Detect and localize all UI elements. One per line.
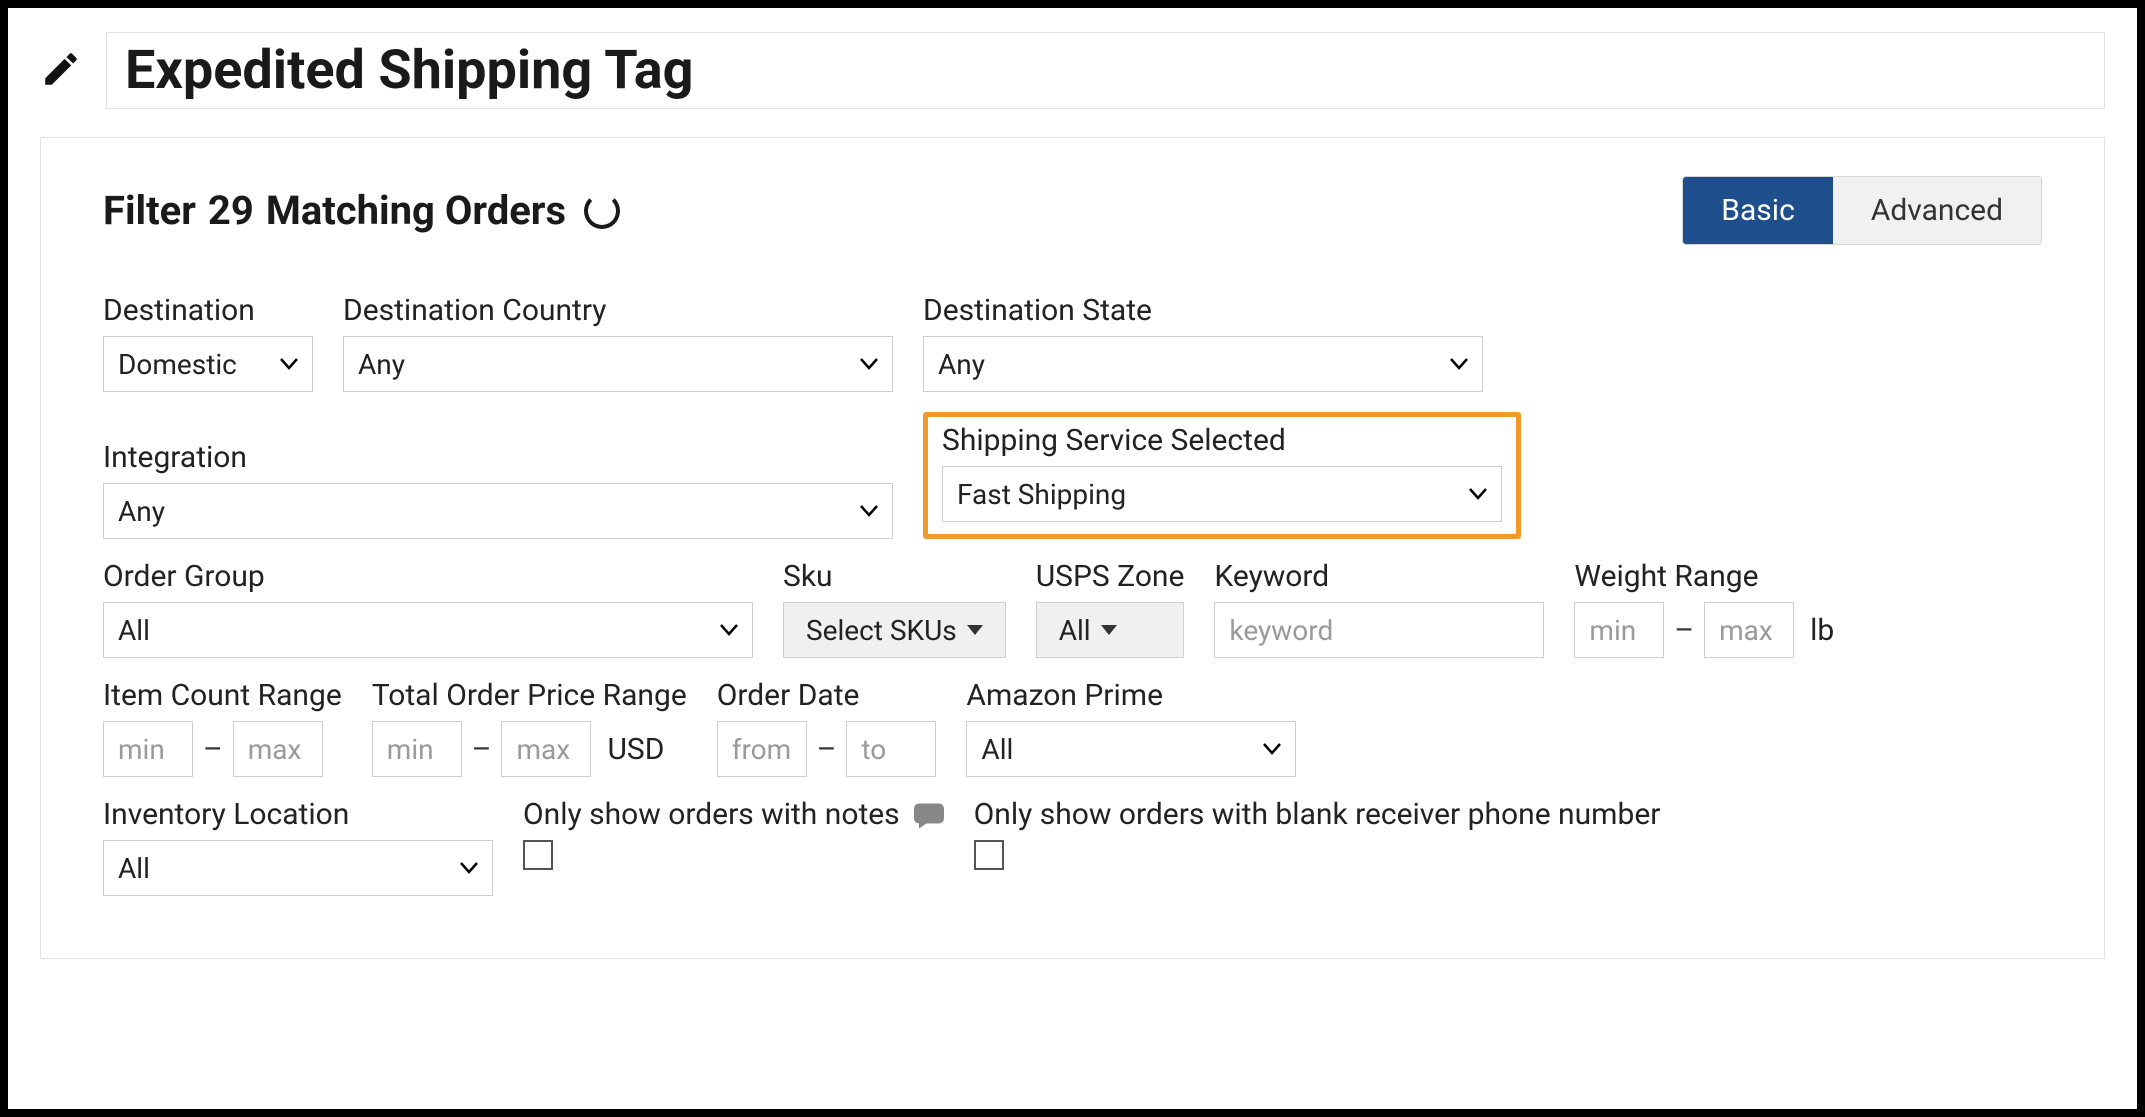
select-integration[interactable]: Any [103,483,893,539]
shipping-service-highlight: Shipping Service Selected Fast Shipping [923,412,1521,539]
filter-heading-prefix: Filter [103,187,196,234]
select-inventory-location[interactable]: All [103,840,493,896]
label-weight-range: Weight Range [1574,559,1834,594]
row-1: Destination Domestic Destination Country… [103,293,2042,392]
app-frame: Filter 29 Matching Orders Basic Advanced… [0,0,2145,1117]
edit-icon[interactable] [40,48,82,94]
select-destination-country[interactable]: Any [343,336,893,392]
only-notes-checkbox[interactable] [523,840,553,870]
refresh-icon[interactable] [584,193,620,229]
label-amazon-prime: Amazon Prime [966,678,1296,713]
field-destination-country: Destination Country Any [343,293,893,392]
field-destination: Destination Domestic [103,293,313,392]
label-shipping-service: Shipping Service Selected [942,423,1502,458]
select-destination-state[interactable]: Any [923,336,1483,392]
field-only-blank-phone: Only show orders with blank receiver pho… [974,797,1661,870]
caret-down-icon [967,625,983,635]
field-usps-zone: USPS Zone All [1036,559,1185,658]
field-order-group: Order Group All [103,559,753,658]
range-dash: – [817,732,837,767]
sku-button-label: Select SKUs [806,614,957,647]
order-date-to-input[interactable] [846,721,936,777]
field-sku: Sku Select SKUs [783,559,1006,658]
field-shipping-service: Shipping Service Selected Fast Shipping [942,423,1502,522]
sku-select-button[interactable]: Select SKUs [783,602,1006,658]
label-integration: Integration [103,440,893,475]
field-only-notes: Only show orders with notes [523,797,944,870]
usps-zone-button[interactable]: All [1036,602,1185,658]
field-keyword: Keyword [1214,559,1544,658]
range-dash: – [1674,613,1694,648]
order-date-range-group: – [717,721,937,777]
field-total-price-range: Total Order Price Range – USD [372,678,687,777]
label-inventory-location: Inventory Location [103,797,493,832]
weight-unit: lb [1810,613,1834,648]
price-min-input[interactable] [372,721,462,777]
label-destination: Destination [103,293,313,328]
keyword-input[interactable] [1214,602,1544,658]
weight-range-group: – lb [1574,602,1834,658]
mode-toggle: Basic Advanced [1682,176,2042,245]
label-sku: Sku [783,559,1006,594]
label-destination-state: Destination State [923,293,1483,328]
item-count-min-input[interactable] [103,721,193,777]
price-unit: USD [607,732,664,767]
filter-match-count: 29 [208,187,254,234]
select-order-group[interactable]: All [103,602,753,658]
title-row [40,32,2105,109]
item-count-max-input[interactable] [233,721,323,777]
price-max-input[interactable] [501,721,591,777]
filter-panel: Filter 29 Matching Orders Basic Advanced… [40,137,2105,959]
weight-max-input[interactable] [1704,602,1794,658]
field-item-count-range: Item Count Range – [103,678,342,777]
range-dash: – [203,732,223,767]
row-3: Order Group All Sku Select SKUs USPS Zon… [103,559,2042,658]
label-usps-zone: USPS Zone [1036,559,1185,594]
tag-title-input[interactable] [106,32,2105,109]
only-notes-row: Only show orders with notes [523,797,944,832]
row-5: Inventory Location All Only show orders … [103,797,2042,896]
select-destination[interactable]: Domestic [103,336,313,392]
fields: Destination Domestic Destination Country… [103,293,2042,896]
only-blank-phone-checkbox[interactable] [974,840,1004,870]
label-item-count-range: Item Count Range [103,678,342,713]
mode-advanced-button[interactable]: Advanced [1833,177,2041,244]
field-weight-range: Weight Range – lb [1574,559,1834,658]
panel-header: Filter 29 Matching Orders Basic Advanced [103,176,2042,245]
usps-zone-button-label: All [1059,614,1091,647]
label-only-blank-phone: Only show orders with blank receiver pho… [974,797,1661,832]
label-only-notes: Only show orders with notes [523,797,900,832]
row-4: Item Count Range – Total Order Price Ran… [103,678,2042,777]
field-order-date: Order Date – [717,678,937,777]
select-shipping-service[interactable]: Fast Shipping [942,466,1502,522]
filter-heading-suffix: Matching Orders [266,187,566,234]
label-keyword: Keyword [1214,559,1544,594]
field-inventory-location: Inventory Location All [103,797,493,896]
label-destination-country: Destination Country [343,293,893,328]
row-2: Integration Any Shipping Service Selecte… [103,412,2042,539]
comment-icon [914,797,944,832]
order-date-from-input[interactable] [717,721,807,777]
only-blank-phone-row: Only show orders with blank receiver pho… [974,797,1661,832]
label-order-group: Order Group [103,559,753,594]
label-total-price-range: Total Order Price Range [372,678,687,713]
mode-basic-button[interactable]: Basic [1683,177,1833,244]
field-amazon-prime: Amazon Prime All [966,678,1296,777]
total-price-range-group: – USD [372,721,687,777]
field-integration: Integration Any [103,440,893,539]
select-amazon-prime[interactable]: All [966,721,1296,777]
field-destination-state: Destination State Any [923,293,1483,392]
item-count-range-group: – [103,721,342,777]
caret-down-icon [1101,625,1117,635]
label-order-date: Order Date [717,678,937,713]
range-dash: – [472,732,492,767]
weight-min-input[interactable] [1574,602,1664,658]
filter-heading: Filter 29 Matching Orders [103,187,620,234]
